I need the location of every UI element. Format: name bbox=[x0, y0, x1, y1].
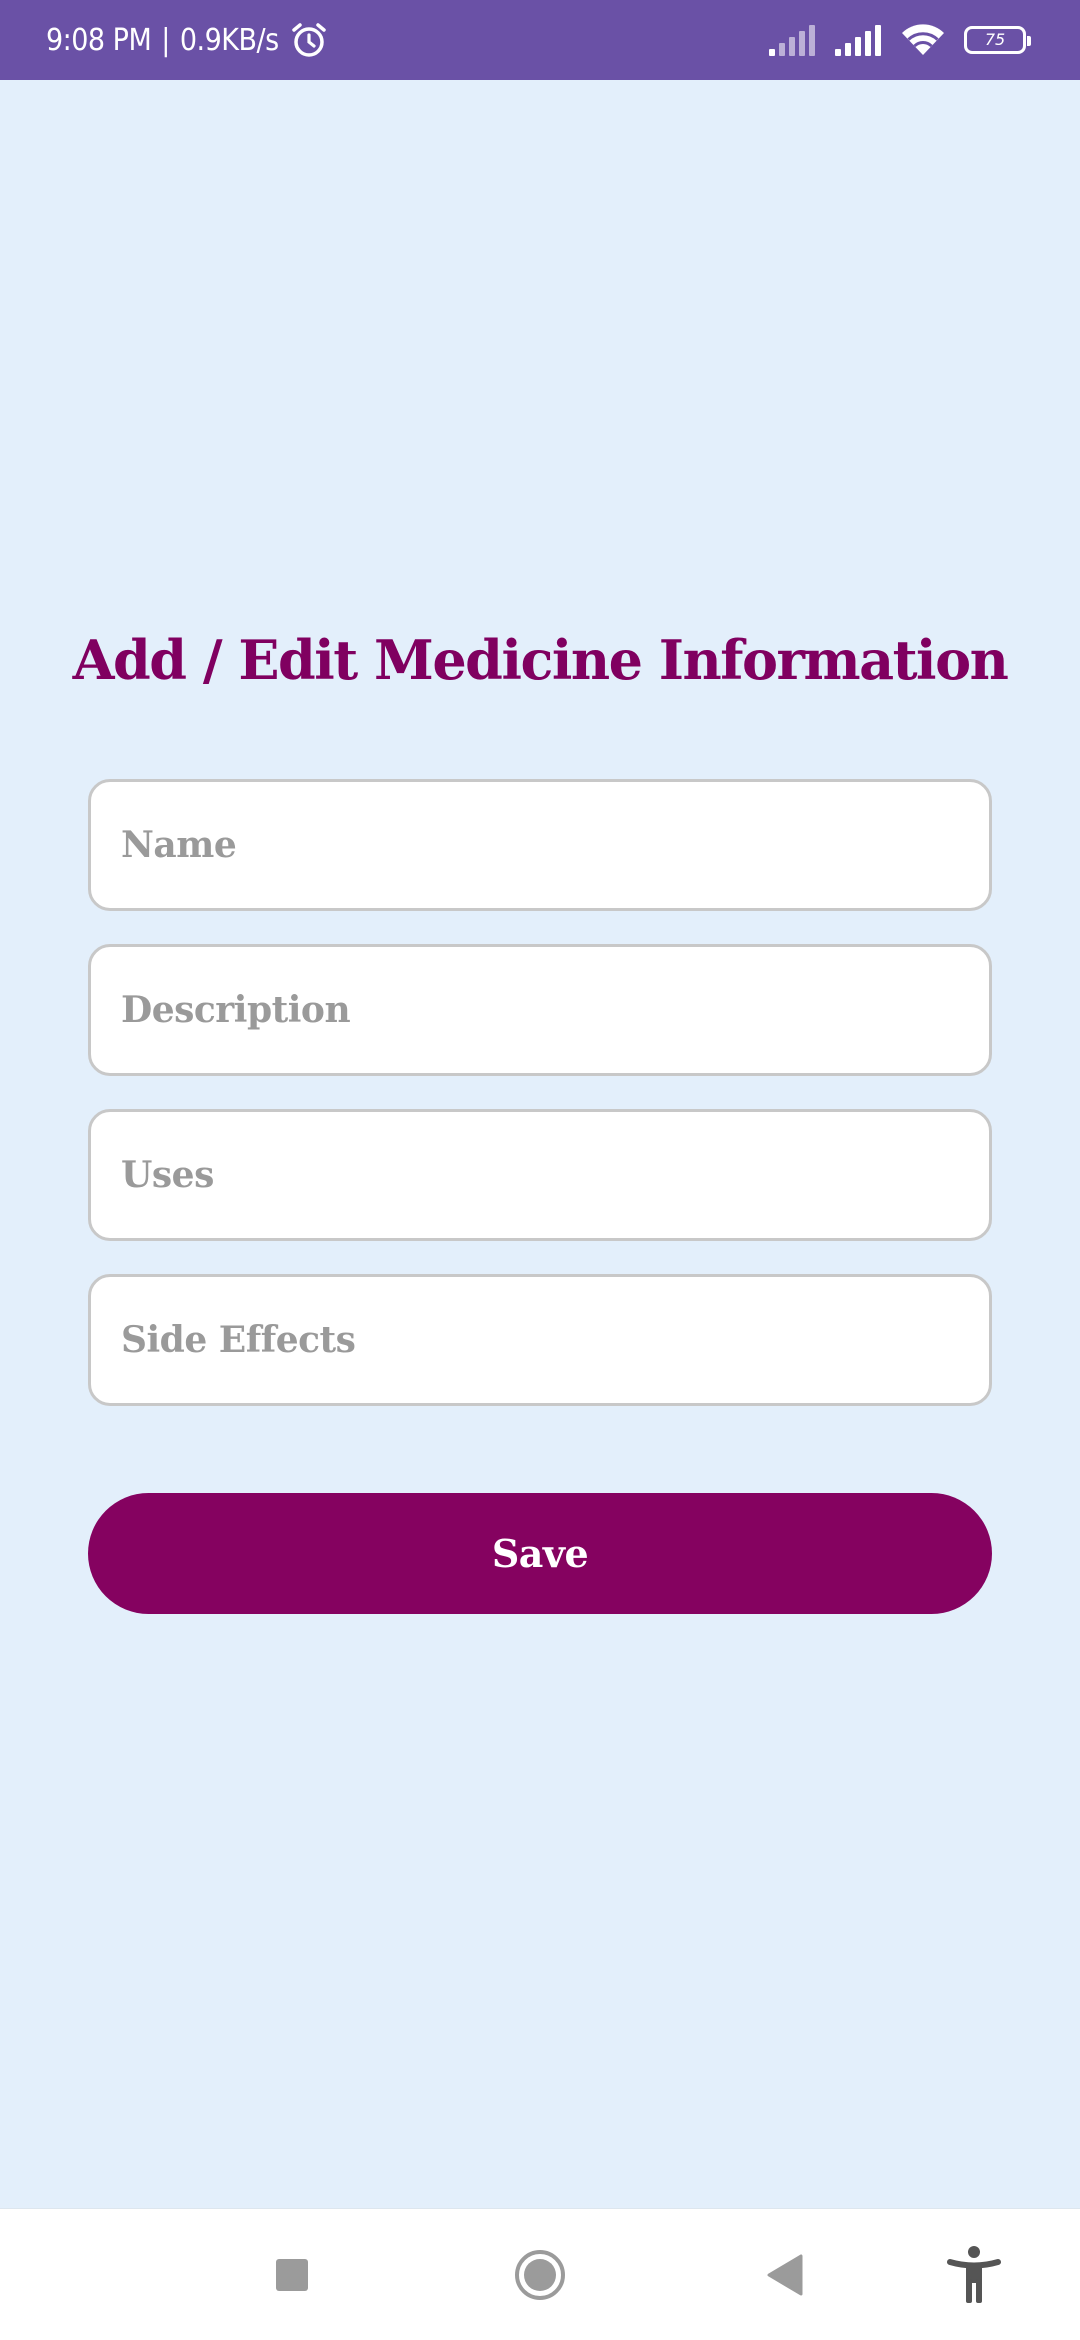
screen: 9:08 PM | 0.9KB/s 75 Add / Edit Medicine… bbox=[0, 0, 1080, 2340]
side-effects-field[interactable] bbox=[88, 1274, 992, 1406]
page-title: Add / Edit Medicine Information bbox=[72, 628, 1009, 692]
battery-icon: 75 bbox=[964, 26, 1031, 54]
status-time: 9:08 PM bbox=[46, 22, 152, 58]
recents-button[interactable] bbox=[242, 2209, 342, 2340]
name-field[interactable] bbox=[88, 779, 992, 911]
battery-level: 75 bbox=[984, 30, 1006, 49]
back-triangle-icon bbox=[765, 2253, 805, 2297]
home-button[interactable] bbox=[490, 2209, 590, 2340]
signal-icon bbox=[834, 24, 882, 56]
home-circle-icon bbox=[513, 2248, 567, 2302]
save-button[interactable]: Save bbox=[88, 1493, 992, 1614]
signal-weak-icon bbox=[768, 24, 816, 56]
accessibility-button[interactable] bbox=[924, 2209, 1024, 2340]
description-field[interactable] bbox=[88, 944, 992, 1076]
back-button[interactable] bbox=[735, 2209, 835, 2340]
wifi-icon bbox=[900, 23, 946, 57]
network-speed: 0.9KB/s bbox=[179, 22, 279, 58]
status-bar-right: 75 bbox=[768, 0, 1031, 80]
status-separator: | bbox=[161, 22, 170, 58]
navigation-bar bbox=[0, 2208, 1080, 2340]
alarm-icon bbox=[289, 20, 329, 60]
status-bar-left: 9:08 PM | 0.9KB/s bbox=[46, 0, 329, 80]
accessibility-icon bbox=[946, 2245, 1002, 2305]
status-bar: 9:08 PM | 0.9KB/s 75 bbox=[0, 0, 1080, 80]
uses-field[interactable] bbox=[88, 1109, 992, 1241]
recents-square-icon bbox=[274, 2257, 310, 2293]
